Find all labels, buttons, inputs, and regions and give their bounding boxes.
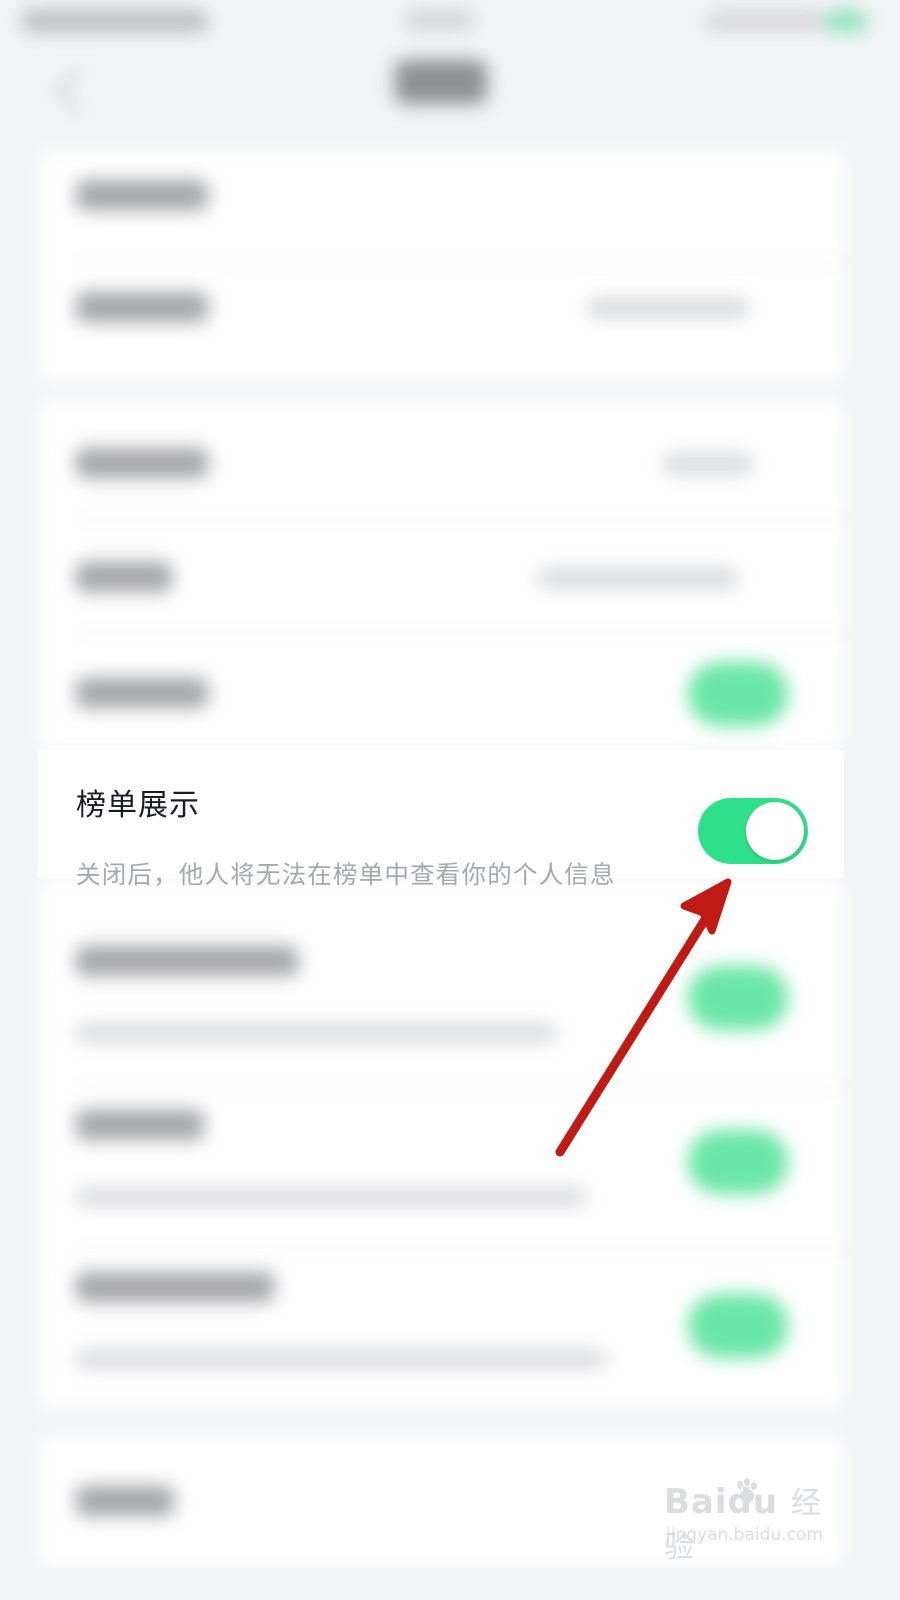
row-value xyxy=(538,568,738,588)
toggle-switch[interactable] xyxy=(688,966,788,1030)
row-description xyxy=(76,1024,556,1042)
leaderboard-display-row: 榜单展示 关闭后，他人将无法在榜单中查看你的个人信息 xyxy=(38,750,844,889)
status-notch xyxy=(405,10,473,30)
back-chevron-icon[interactable] xyxy=(55,68,101,114)
divider xyxy=(76,518,844,520)
row-label xyxy=(76,1110,204,1140)
divider xyxy=(76,632,844,634)
leaderboard-display-toggle[interactable] xyxy=(698,798,808,864)
battery-icon xyxy=(826,11,866,31)
watermark-logo-latin: Bai xyxy=(664,1482,728,1522)
toggle-switch[interactable] xyxy=(688,662,788,726)
toggle-knob xyxy=(746,802,804,860)
row-label xyxy=(76,1272,274,1302)
page-title xyxy=(395,60,487,104)
divider xyxy=(76,1248,844,1250)
row-label[interactable] xyxy=(76,448,208,478)
row-label[interactable] xyxy=(76,562,172,592)
row-description xyxy=(76,1350,606,1368)
row-label xyxy=(76,180,208,210)
row-label xyxy=(76,946,298,976)
leaderboard-display-title: 榜单展示 xyxy=(76,788,200,823)
settings-screen: 榜单展示 关闭后，他人将无法在榜单中查看你的个人信息 Baidu 经验 jing… xyxy=(0,0,882,1568)
divider xyxy=(76,1084,844,1086)
status-signal xyxy=(705,12,825,30)
status-bar xyxy=(0,0,882,46)
status-time xyxy=(22,10,207,32)
toggle-switch[interactable] xyxy=(688,1130,788,1194)
leaderboard-display-description: 关闭后，他人将无法在榜单中查看你的个人信息 xyxy=(76,860,616,889)
settings-card xyxy=(38,400,844,750)
divider xyxy=(76,260,844,262)
baidu-watermark: Baidu 经验 jingyan.baidu.com xyxy=(664,1478,834,1565)
row-label[interactable] xyxy=(76,292,208,322)
row-label[interactable] xyxy=(76,1486,174,1516)
settings-card xyxy=(38,150,844,380)
watermark-url: jingyan.baidu.com xyxy=(666,1525,823,1545)
row-description xyxy=(76,1188,586,1206)
baidu-paw-icon xyxy=(737,1478,757,1503)
row-value xyxy=(588,298,748,318)
toggle-switch[interactable] xyxy=(688,1294,788,1358)
row-value xyxy=(663,454,753,474)
settings-card xyxy=(38,878,844,1408)
row-label xyxy=(76,678,208,708)
